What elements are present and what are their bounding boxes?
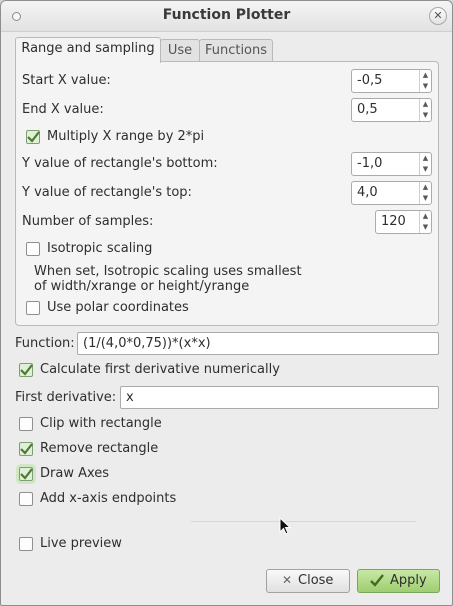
window-title: Function Plotter	[162, 7, 291, 23]
close-button-icon: ✕	[282, 573, 293, 587]
start-x-spinbox[interactable]: -0,5 ▲ ▼	[351, 69, 432, 93]
apply-button-label: Apply	[390, 573, 427, 588]
y-bottom-label: Y value of rectangle's bottom:	[22, 156, 218, 171]
start-x-stepper-arrows-icon[interactable]: ▲ ▼	[419, 70, 431, 92]
y-top-stepper-arrows-icon[interactable]: ▲ ▼	[419, 182, 431, 204]
isotropic-checkbox[interactable]	[26, 242, 40, 256]
clip-rectangle-label: Clip with rectangle	[40, 416, 162, 431]
title-bar: Function Plotter ✕	[1, 1, 452, 32]
function-plotter-dialog: Function Plotter ✕ Range and sampling Us…	[0, 0, 453, 606]
apply-button[interactable]: Apply	[357, 569, 440, 593]
y-bottom-value: -1,0	[357, 156, 383, 171]
polar-label: Use polar coordinates	[47, 300, 189, 315]
close-button-label: Close	[298, 573, 334, 588]
y-top-value: 4,0	[357, 185, 378, 200]
start-x-value: -0,5	[357, 73, 383, 88]
live-preview-label: Live preview	[40, 536, 122, 551]
end-x-stepper-arrows-icon[interactable]: ▲ ▼	[419, 99, 431, 121]
end-x-spinbox[interactable]: 0,5 ▲ ▼	[351, 98, 432, 122]
first-derivative-label: First derivative:	[15, 390, 117, 405]
calc-derivative-checkbox[interactable]	[19, 363, 33, 377]
remove-rectangle-checkbox[interactable]	[19, 442, 33, 456]
end-x-value: 0,5	[357, 102, 378, 117]
tab-range-and-sampling[interactable]: Range and sampling	[15, 37, 161, 63]
draw-axes-label: Draw Axes	[40, 466, 110, 481]
samples-value: 120	[381, 214, 406, 229]
multiply-2pi-label: Multiply X range by 2*pi	[47, 129, 205, 144]
apply-check-icon	[369, 572, 385, 592]
function-input-value: (1/(4,0*0,75))*(x*x)	[83, 336, 211, 351]
y-bottom-stepper-arrows-icon[interactable]: ▲ ▼	[419, 153, 431, 175]
separator	[191, 521, 416, 522]
isotropic-label: Isotropic scaling	[47, 241, 153, 256]
start-x-label: Start X value:	[22, 73, 111, 88]
y-top-label: Y value of rectangle's top:	[22, 185, 192, 200]
tab-functions[interactable]: Functions	[199, 39, 273, 62]
isotropic-help-line1: When set, Isotropic scaling uses smalles…	[34, 264, 302, 279]
samples-stepper-arrows-icon[interactable]: ▲ ▼	[419, 211, 431, 233]
checkmark-icon	[20, 364, 33, 376]
y-top-spinbox[interactable]: 4,0 ▲ ▼	[351, 181, 432, 205]
calc-derivative-label: Calculate first derivative numerically	[40, 362, 280, 377]
window-close-button[interactable]: ✕	[429, 7, 447, 25]
draw-axes-checkbox[interactable]	[19, 467, 33, 481]
samples-label: Number of samples:	[22, 214, 154, 229]
first-derivative-value: x	[126, 390, 134, 405]
multiply-2pi-checkbox[interactable]	[26, 130, 40, 144]
x-axis-endpoints-label: Add x-axis endpoints	[40, 491, 177, 506]
remove-rectangle-label: Remove rectangle	[40, 441, 159, 456]
polar-checkbox[interactable]	[26, 301, 40, 315]
first-derivative-input[interactable]: x	[120, 386, 439, 409]
close-button[interactable]: ✕ Close	[266, 569, 350, 593]
function-label: Function:	[15, 336, 75, 351]
clip-rectangle-checkbox[interactable]	[19, 417, 33, 431]
checkmark-icon	[27, 131, 40, 143]
function-input[interactable]: (1/(4,0*0,75))*(x*x)	[77, 332, 439, 355]
checkmark-icon	[20, 468, 33, 480]
checkmark-icon	[20, 443, 33, 455]
samples-spinbox[interactable]: 120 ▲ ▼	[375, 210, 432, 234]
end-x-label: End X value:	[22, 102, 104, 117]
live-preview-checkbox[interactable]	[19, 537, 33, 551]
tab-use[interactable]: Use	[160, 39, 200, 62]
mouse-pointer-icon	[279, 516, 292, 540]
isotropic-help-line2: of width/xrange or height/yrange	[34, 279, 250, 294]
y-bottom-spinbox[interactable]: -1,0 ▲ ▼	[351, 152, 432, 176]
close-icon: ✕	[433, 9, 443, 22]
x-axis-endpoints-checkbox[interactable]	[19, 492, 33, 506]
